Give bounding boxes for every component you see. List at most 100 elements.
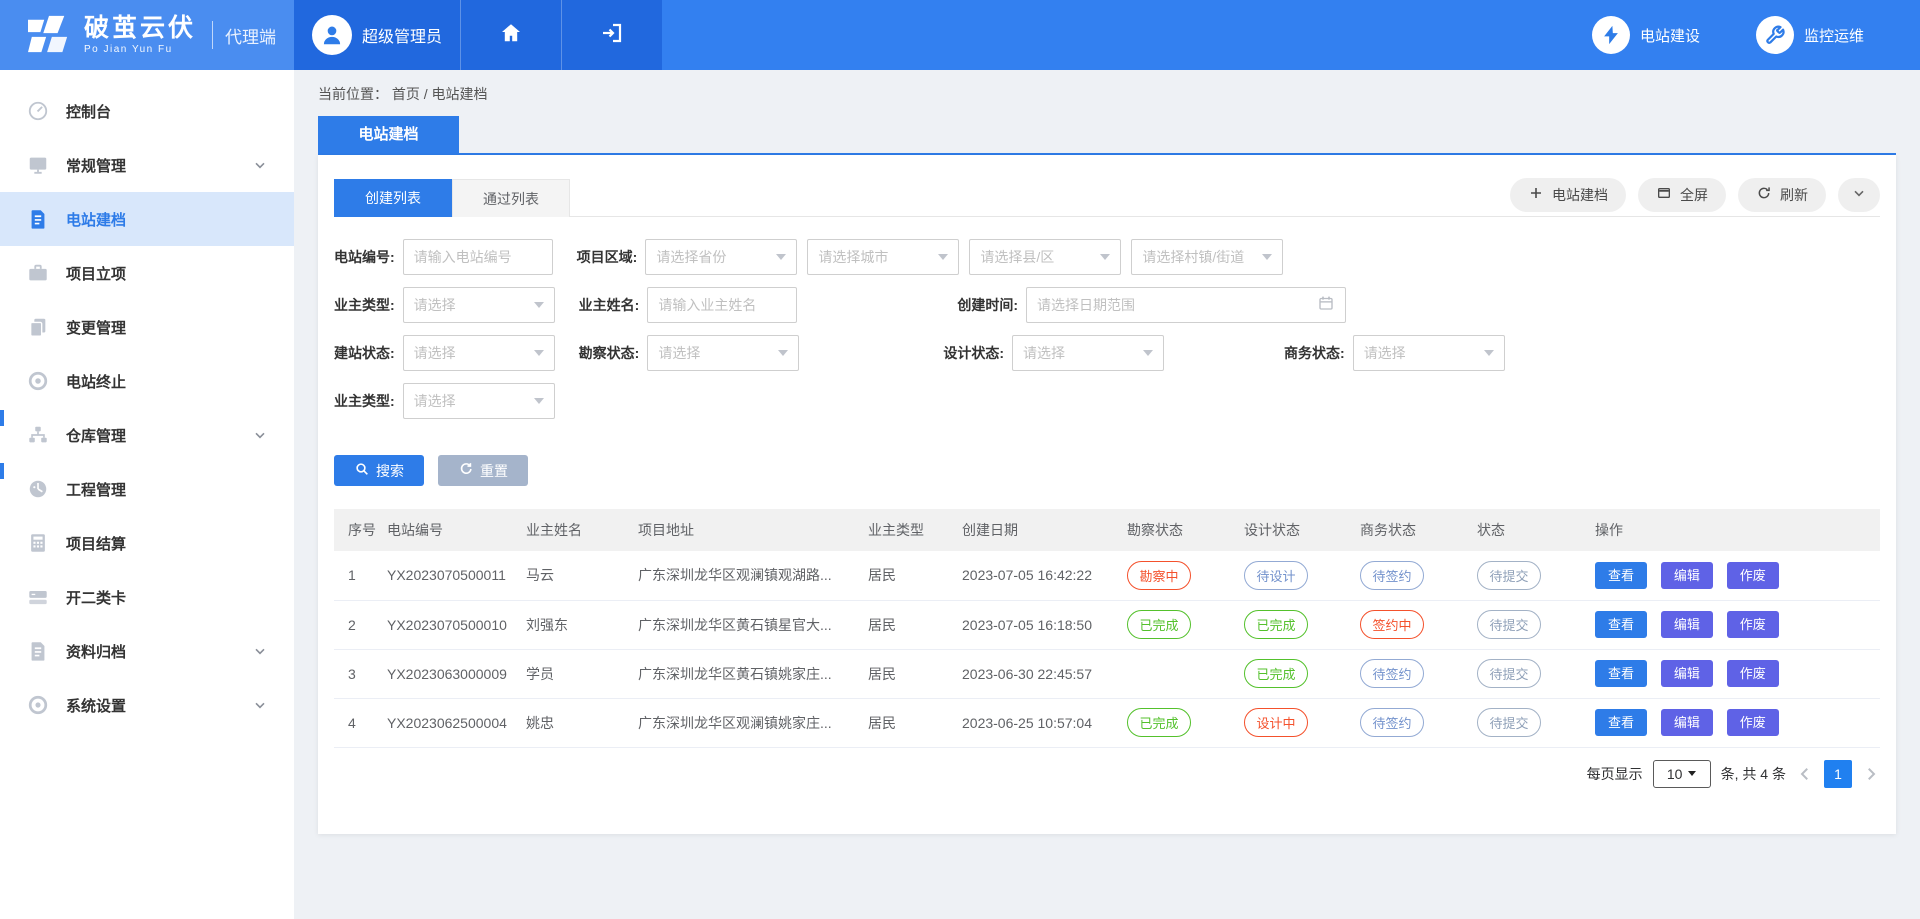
build-status-select[interactable]: 请选择 <box>403 335 555 371</box>
tab-create-list[interactable]: 创建列表 <box>334 179 452 217</box>
reset-button[interactable]: 重置 <box>438 455 528 486</box>
calculator-icon <box>26 531 50 555</box>
copy-icon <box>26 315 50 339</box>
prev-page-button[interactable] <box>1796 765 1814 783</box>
briefcase-icon <box>26 261 50 285</box>
view-button[interactable]: 查看 <box>1595 660 1647 687</box>
design-status-label: 设计状态: <box>943 343 1004 363</box>
status-badge: 待提交 <box>1477 659 1541 688</box>
select-caret-icon <box>938 254 948 260</box>
sidebar-item-label: 常规管理 <box>66 155 236 176</box>
survey-status-select[interactable]: 请选择 <box>647 335 799 371</box>
select-caret-icon <box>534 350 544 356</box>
logout-button[interactable] <box>561 0 662 70</box>
col-survey: 勘察状态 <box>1119 509 1236 551</box>
owner-type2-select[interactable]: 请选择 <box>403 383 555 419</box>
nav-station-build-label: 电站建设 <box>1640 25 1700 46</box>
sidebar-item-label: 电站终止 <box>66 371 268 392</box>
avatar <box>312 15 352 55</box>
sidebar-item-label: 电站建档 <box>66 209 268 230</box>
page-number-button[interactable]: 1 <box>1824 760 1852 788</box>
date-range-picker[interactable] <box>1026 287 1346 323</box>
next-page-button[interactable] <box>1862 765 1880 783</box>
status-badge: 待签约 <box>1360 659 1424 688</box>
edit-button[interactable]: 编辑 <box>1661 611 1713 638</box>
select-caret-icon <box>1143 350 1153 356</box>
col-address: 项目地址 <box>630 509 860 551</box>
sitemap-icon <box>26 423 50 447</box>
sidebar-item-station-termination[interactable]: 电站终止 <box>0 354 294 408</box>
city-select[interactable]: 请选择城市 <box>807 239 959 275</box>
design-status-select[interactable]: 请选择 <box>1012 335 1164 371</box>
status-badge: 待提交 <box>1477 610 1541 639</box>
void-button[interactable]: 作废 <box>1727 611 1779 638</box>
refresh-icon <box>1756 185 1772 204</box>
home-button[interactable] <box>460 0 561 70</box>
status-badge: 已完成 <box>1127 610 1191 639</box>
select-caret-icon <box>1484 350 1494 356</box>
sidebar-item-label: 项目结算 <box>66 533 268 554</box>
content-card: 创建列表 通过列表 电站建档 全屏 刷新 <box>318 155 1896 834</box>
breadcrumb: 当前位置： 首页 / 电站建档 <box>318 84 1896 104</box>
survey-status-label: 勘察状态: <box>579 343 640 363</box>
nav-monitor-ops[interactable]: 监控运维 <box>1756 0 1864 70</box>
search-button[interactable]: 搜索 <box>334 455 424 486</box>
refresh-label: 刷新 <box>1780 185 1808 205</box>
status-badge: 待设计 <box>1244 561 1308 590</box>
void-button[interactable]: 作废 <box>1727 709 1779 736</box>
user-name: 超级管理员 <box>362 23 442 47</box>
business-status-select[interactable]: 请选择 <box>1353 335 1505 371</box>
sidebar-item-warehouse[interactable]: 仓库管理 <box>0 408 294 462</box>
owner-name-input[interactable] <box>647 287 797 323</box>
sidebar-item-type2-card[interactable]: 开二类卡 <box>0 570 294 624</box>
select-caret-icon <box>1100 254 1110 260</box>
town-select[interactable]: 请选择村镇/街道 <box>1131 239 1283 275</box>
station-code-input[interactable] <box>403 239 553 275</box>
sidebar-item-data-archive[interactable]: 资料归档 <box>0 624 294 678</box>
document-icon <box>26 207 50 231</box>
per-page-select[interactable]: 10 <box>1653 760 1711 788</box>
sidebar-item-station-archive[interactable]: 电站建档 <box>0 192 294 246</box>
owner-type-select[interactable]: 请选择 <box>403 287 555 323</box>
create-time-label: 创建时间: <box>957 295 1018 315</box>
sidebar-item-change-management[interactable]: 变更管理 <box>0 300 294 354</box>
province-select[interactable]: 请选择省份 <box>645 239 797 275</box>
sidebar-item-console[interactable]: 控制台 <box>0 84 294 138</box>
add-station-button[interactable]: 电站建档 <box>1510 178 1626 212</box>
void-button[interactable]: 作废 <box>1727 562 1779 589</box>
tab-passed-list[interactable]: 通过列表 <box>452 179 570 217</box>
edit-button[interactable]: 编辑 <box>1661 562 1713 589</box>
header-spacer <box>662 0 1592 70</box>
sidebar-item-general-management[interactable]: 常规管理 <box>0 138 294 192</box>
view-button[interactable]: 查看 <box>1595 709 1647 736</box>
user-menu[interactable]: 超级管理员 <box>294 0 460 70</box>
county-select[interactable]: 请选择县/区 <box>969 239 1121 275</box>
logout-icon <box>600 21 624 50</box>
collapse-button[interactable] <box>1838 178 1880 212</box>
edit-button[interactable]: 编辑 <box>1661 660 1713 687</box>
chevron-down-icon <box>1851 185 1867 204</box>
view-button[interactable]: 查看 <box>1595 611 1647 638</box>
edit-button[interactable]: 编辑 <box>1661 709 1713 736</box>
nav-station-build[interactable]: 电站建设 <box>1592 0 1700 70</box>
status-badge: 签约中 <box>1360 610 1424 639</box>
date-range-input[interactable] <box>1037 289 1317 321</box>
module-tab-station-archive[interactable]: 电站建档 <box>318 116 459 153</box>
owner-type2-label: 业主类型: <box>334 391 395 411</box>
sidebar-item-label: 仓库管理 <box>66 425 236 446</box>
station-table: 序号 电站编号 业主姓名 项目地址 业主类型 创建日期 勘察状态 设计状态 商务… <box>334 509 1880 748</box>
brand-subtitle: Po Jian Yun Fu <box>84 44 196 55</box>
fullscreen-button[interactable]: 全屏 <box>1638 178 1726 212</box>
view-button[interactable]: 查看 <box>1595 562 1647 589</box>
owner-type-label: 业主类型: <box>334 295 395 315</box>
sidebar-item-settlement[interactable]: 项目结算 <box>0 516 294 570</box>
void-button[interactable]: 作废 <box>1727 660 1779 687</box>
app-header: 破茧云伏 Po Jian Yun Fu 代理端 超级管理员 电站建设 <box>0 0 1920 70</box>
sidebar-item-engineering[interactable]: 工程管理 <box>0 462 294 516</box>
refresh-button[interactable]: 刷新 <box>1738 178 1826 212</box>
sidebar-item-project-initiation[interactable]: 项目立项 <box>0 246 294 300</box>
sidebar-item-system-settings[interactable]: 系统设置 <box>0 678 294 732</box>
toolbar: 电站建档 全屏 刷新 <box>1510 179 1880 216</box>
main-content: 当前位置： 首页 / 电站建档 电站建档 创建列表 通过列表 电站建档 全屏 <box>294 70 1920 919</box>
sidebar-item-label: 工程管理 <box>66 479 268 500</box>
